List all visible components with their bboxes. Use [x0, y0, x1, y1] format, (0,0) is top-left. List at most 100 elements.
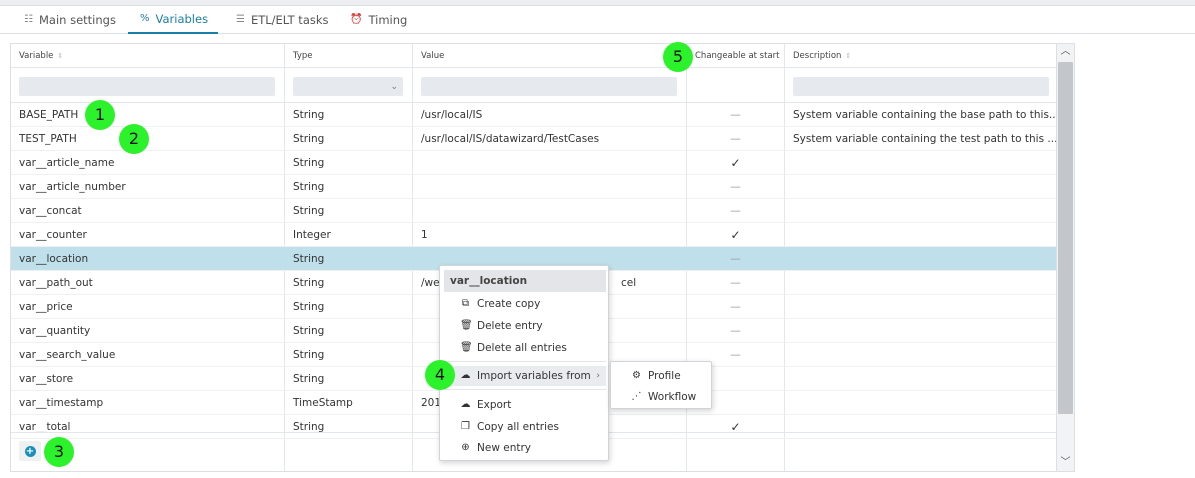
menu-item-delete-all[interactable]: 🗑 Delete all entries — [444, 338, 606, 358]
menu-item-delete-entry[interactable]: 🗑 Delete entry — [444, 316, 606, 336]
list-icon: ☷ — [24, 14, 33, 25]
cell-value — [413, 175, 686, 199]
copy-all-icon: ❐ — [461, 421, 470, 432]
cell-description — [785, 319, 1056, 343]
cell-description — [785, 247, 1056, 271]
menu-item-create-copy[interactable]: ⧉ Create copy — [444, 294, 606, 314]
menu-separator — [444, 361, 606, 362]
cell-variable: var__search_value — [19, 349, 116, 361]
cell-variable: var__price — [19, 301, 73, 313]
cell-changeable: — — [730, 301, 741, 313]
sort-icon: ⇕ — [845, 52, 852, 60]
table-row[interactable]: var__article_name String ✓ — [11, 151, 1056, 175]
add-entry-button[interactable]: + — [19, 441, 41, 461]
tab-variables[interactable]: % Variables — [128, 6, 218, 34]
submenu-item-profile[interactable]: ⚙ Profile — [615, 366, 709, 386]
menu-item-import-variables[interactable]: ☁ Import variables from › — [444, 366, 606, 386]
menu-item-new-entry[interactable]: ⊕ New entry — [444, 438, 606, 458]
cell-variable: var__quantity — [19, 325, 91, 337]
cell-variable: var__article_number — [19, 181, 126, 193]
cell-changeable: ✓ — [730, 228, 741, 242]
cell-type: String — [293, 325, 325, 337]
tab-etl-elt-tasks[interactable]: ☰ ETL/ELT tasks — [224, 6, 341, 34]
header-type[interactable]: Type — [285, 44, 313, 68]
cell-changeable: ✓ — [730, 156, 741, 170]
cloud-export-icon: ☁ — [460, 399, 471, 410]
cell-description — [785, 343, 1056, 367]
cell-description — [785, 175, 1056, 199]
import-submenu: ⚙ Profile ⋰ Workflow — [610, 361, 712, 409]
cell-variable: var__store — [19, 373, 74, 385]
cell-variable: var__location — [19, 253, 89, 265]
tab-label: Variables — [155, 12, 209, 26]
filter-type-select[interactable]: ⌄ — [293, 77, 403, 96]
chevron-right-icon: › — [596, 371, 600, 381]
vertical-scrollbar[interactable]: ︿ ﹀ — [1057, 43, 1075, 472]
cell-description: System variable containing the test path… — [793, 133, 1057, 145]
submenu-item-workflow[interactable]: ⋰ Workflow — [615, 387, 709, 407]
scroll-up-icon[interactable]: ︿ — [1057, 44, 1074, 60]
filter-variable-input[interactable] — [19, 77, 275, 96]
tasks-icon: ☰ — [236, 14, 245, 25]
trash-icon: 🗑 — [460, 320, 473, 331]
cell-variable: var__concat — [19, 205, 82, 217]
cell-changeable: — — [730, 205, 741, 217]
cell-description — [785, 367, 1056, 391]
cloud-import-icon: ☁ — [460, 370, 471, 381]
grid-header: Variable ⇕ Type Value Changeable at start… — [11, 44, 1056, 68]
trash-all-icon: 🗑 — [460, 342, 473, 353]
annotation-badge: 3 — [44, 437, 74, 467]
header-changeable[interactable]: Changeable at start — [687, 44, 779, 68]
annotation-badge: 1 — [85, 100, 115, 130]
cell-type: String — [293, 253, 325, 265]
tab-bar: ☷ Main settings % Variables ☰ ETL/ELT ta… — [0, 6, 1195, 34]
tab-label: Main settings — [38, 13, 116, 27]
cell-changeable: — — [730, 109, 741, 121]
cell-value: /usr/local/IS/datawizard/TestCases — [421, 133, 600, 145]
cell-changeable: — — [730, 277, 741, 289]
tab-timing[interactable]: ⏰ Timing — [338, 6, 419, 34]
cell-type: String — [293, 181, 325, 193]
table-row[interactable]: var__concat String — — [11, 199, 1056, 223]
scroll-thumb[interactable] — [1058, 62, 1073, 414]
cell-description: System variable containing the base path… — [793, 109, 1057, 121]
cell-changeable: — — [730, 253, 741, 265]
header-value[interactable]: Value — [413, 44, 444, 68]
cell-description — [785, 295, 1056, 319]
cell-value-tail: cel — [621, 277, 637, 289]
cell-type: String — [293, 277, 325, 289]
cell-value — [413, 151, 686, 175]
cell-type: String — [293, 157, 325, 169]
copy-icon: ⧉ — [461, 298, 470, 309]
table-row[interactable]: var__counter Integer 1 ✓ — [11, 223, 1056, 247]
cell-description — [785, 151, 1056, 175]
plus-circle-icon: ⊕ — [461, 442, 470, 453]
alarm-icon: ⏰ — [350, 14, 363, 25]
workflow-icon: ⋰ — [631, 391, 642, 402]
menu-item-copy-all[interactable]: ❐ Copy all entries — [444, 417, 606, 437]
header-description[interactable]: Description ⇕ — [785, 44, 851, 68]
cell-variable: BASE_PATH — [19, 109, 79, 121]
header-variable[interactable]: Variable ⇕ — [11, 44, 63, 68]
cell-type: String — [293, 109, 325, 121]
scroll-down-icon[interactable]: ﹀ — [1057, 455, 1074, 471]
chip-icon: ⚙ — [632, 370, 641, 381]
cell-variable: var__timestamp — [19, 397, 104, 409]
cell-type: String — [293, 133, 325, 145]
cell-type: String — [293, 301, 325, 313]
tab-main-settings[interactable]: ☷ Main settings — [12, 6, 128, 34]
cell-value: /usr/local/IS — [421, 109, 483, 121]
cell-type: TimeStamp — [293, 397, 353, 409]
table-row[interactable]: BASE_PATH String/usr/local/IS — System vari… — [11, 103, 1057, 127]
tab-label: Timing — [368, 13, 408, 27]
cell-type: String — [293, 373, 325, 385]
annotation-badge: 4 — [425, 360, 455, 390]
menu-item-export[interactable]: ☁ Export — [444, 395, 606, 415]
table-row[interactable]: TEST_PATH String/usr/local/IS/datawizard/… — [11, 127, 1057, 151]
table-row[interactable]: var__article_number String — — [11, 175, 1056, 199]
cell-changeable: — — [730, 181, 741, 193]
filter-description-input[interactable] — [793, 77, 1049, 96]
plus-circle-icon: + — [24, 445, 36, 457]
cell-description — [785, 199, 1056, 223]
filter-value-input[interactable] — [421, 77, 677, 96]
